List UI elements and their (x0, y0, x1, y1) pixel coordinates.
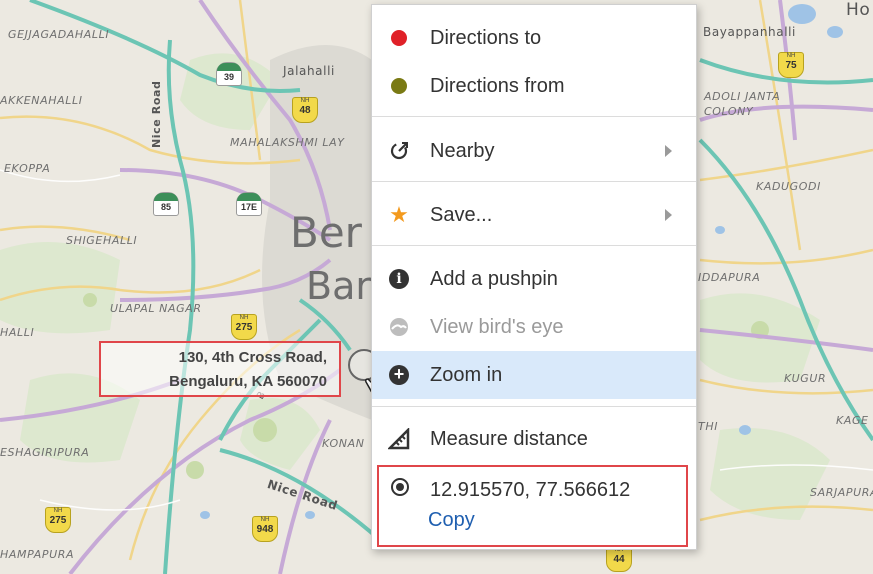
measure-distance-item[interactable]: Measure distance (372, 417, 696, 461)
menu-divider (372, 406, 696, 407)
place-label: SARJAPURA (810, 486, 873, 499)
place-label: ADOLI JANTA (704, 90, 781, 103)
highway-shield: NH 48 (292, 97, 318, 123)
measure-icon (388, 428, 410, 450)
place-label: MAHALAKSHMI LAY (230, 136, 345, 149)
city-label: Bar (306, 264, 371, 308)
place-label: AKKENAHALLI (0, 94, 83, 107)
highway-shield: NH 275 (45, 507, 71, 533)
road-label: Nice Road (150, 80, 163, 148)
place-label: ESHAGIRIPURA (0, 446, 90, 459)
place-label: Ho (846, 0, 871, 20)
menu-divider (372, 245, 696, 246)
place-label: THI (698, 420, 719, 433)
zoom-in-icon: + (388, 364, 410, 386)
city-label: Ber (290, 208, 362, 257)
highway-shield: NH 275 (231, 314, 257, 340)
place-label: KUGUR (784, 372, 827, 385)
place-label: Jalahalli (283, 64, 335, 78)
highway-shield: 39 (216, 62, 242, 86)
place-label: GEJJAGADAHALLI (8, 28, 110, 41)
menu-divider (372, 181, 696, 182)
place-label: ULAPAL NAGAR (110, 302, 202, 315)
address-callout: 130, 4th Cross Road, Bengaluru, KA 56007… (99, 341, 341, 397)
nearby-item[interactable]: Nearby (372, 129, 696, 173)
birds-eye-icon (388, 316, 410, 338)
olive-dot-icon (388, 75, 410, 97)
highway-shield: NH 948 (252, 516, 278, 542)
place-label: Bayappanhalli (703, 25, 796, 39)
highway-shield: NH 75 (778, 52, 804, 78)
place-label: KADUGODI (756, 180, 821, 193)
place-label: KONAN (322, 437, 365, 450)
place-label: HAMPAPURA (0, 548, 75, 561)
directions-to-item[interactable]: Directions to (372, 16, 696, 60)
highway-shield: 17E (236, 192, 262, 216)
menu-divider (372, 116, 696, 117)
place-label: HALLI (0, 326, 35, 339)
directions-from-item[interactable]: Directions from (372, 64, 696, 108)
nearby-icon (388, 140, 410, 162)
highway-shield: 85 (153, 192, 179, 216)
save-item[interactable]: ★ Save... (372, 193, 696, 237)
submenu-arrow-icon (665, 209, 672, 221)
star-icon: ★ (389, 202, 409, 227)
coordinates-highlight (377, 465, 688, 547)
place-label: IDDAPURA (698, 271, 761, 284)
add-pushpin-item[interactable]: i Add a pushpin (372, 257, 696, 301)
place-label: KAGE (836, 414, 869, 427)
place-label: SHIGEHALLI (66, 234, 138, 247)
zoom-in-item[interactable]: + Zoom in (372, 351, 696, 399)
red-dot-icon (388, 27, 410, 49)
info-icon: i (388, 268, 410, 290)
address-line-1: 130, 4th Cross Road, (178, 349, 327, 366)
submenu-arrow-icon (665, 145, 672, 157)
place-label: COLONY (704, 105, 754, 118)
address-line-2: Bengaluru, KA 560070 (169, 373, 327, 390)
place-label: EKOPPA (4, 162, 51, 175)
view-birds-eye-item[interactable]: View bird's eye (372, 305, 696, 349)
